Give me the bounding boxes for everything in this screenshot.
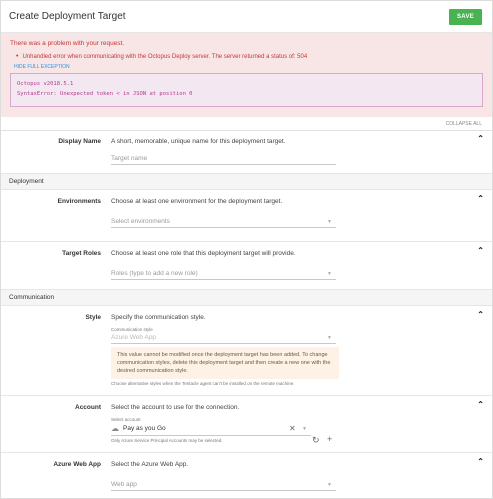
account-description: Select the account to use for the connec… (111, 404, 240, 411)
azure-web-app-description: Select the Azure Web App. (111, 461, 189, 468)
target-name-placeholder: Target name (111, 155, 148, 162)
collapse-row: COLLAPSE ALL (1, 117, 492, 131)
create-deployment-target-page: Create Deployment Target SAVE There was … (0, 0, 493, 499)
error-title: There was a problem with your request. (10, 40, 125, 47)
environments-placeholder: Select environments (111, 218, 170, 225)
style-description: Specify the communication style. (111, 314, 206, 321)
display-name-section[interactable]: Display Name A short, memorable, unique … (1, 131, 492, 174)
dropdown-caret-icon: ▼ (327, 481, 332, 488)
dropdown-caret-icon: ▼ (327, 218, 332, 225)
account-select[interactable]: ☁ Pay as you Go ✕ ▼ (111, 422, 311, 436)
environments-section[interactable]: Environments Choose at least one environ… (1, 190, 492, 242)
clear-icon[interactable]: ✕ (289, 424, 296, 433)
error-message: Unhandled error when communicating with … (22, 53, 308, 60)
chevron-up-icon[interactable]: ⌃ (477, 400, 484, 409)
communication-style-value: Azure Web App (111, 334, 157, 341)
target-roles-placeholder: Roles (type to add a new role) (111, 270, 198, 277)
target-roles-label: Target Roles (62, 250, 101, 257)
environments-description: Choose at least one environment for the … (111, 198, 283, 205)
web-app-placeholder: Web app (111, 481, 137, 488)
style-notice: This value cannot be modified once the d… (111, 347, 339, 379)
target-name-input[interactable]: Target name (111, 153, 336, 165)
account-label: Account (75, 404, 101, 411)
style-section[interactable]: Style Specify the communication style. C… (1, 306, 492, 396)
account-hint: Only Azure Service Principal Accounts ma… (111, 438, 223, 443)
web-app-select[interactable]: Web app ▼ (111, 479, 336, 491)
communication-style-select: Azure Web App ▼ (111, 332, 336, 344)
refresh-icon[interactable]: ↻ (312, 435, 320, 446)
dropdown-caret-icon: ▼ (327, 270, 332, 277)
environments-label: Environments (57, 198, 101, 205)
display-name-label: Display Name (58, 138, 101, 145)
azure-web-app-label: Azure Web App (53, 461, 101, 468)
account-section[interactable]: Account Select the account to use for th… (1, 396, 492, 453)
chevron-up-icon[interactable]: ⌃ (477, 246, 484, 255)
dropdown-caret-icon: ▼ (327, 334, 332, 341)
account-value: Pay as you Go (123, 425, 166, 432)
chevron-up-icon[interactable]: ⌃ (477, 134, 484, 143)
chevron-up-icon[interactable]: ⌃ (477, 310, 484, 319)
page-title: Create Deployment Target (9, 11, 126, 22)
save-button[interactable]: SAVE (449, 8, 482, 25)
communication-group-header: Communication (1, 290, 492, 306)
style-hint: Choose alternative styles when the Tenta… (111, 381, 295, 386)
style-label: Style (85, 314, 101, 321)
target-roles-description: Choose at least one role that this deplo… (111, 250, 296, 257)
chevron-up-icon[interactable]: ⌃ (477, 194, 484, 203)
add-icon[interactable]: + (327, 434, 332, 444)
bullet-icon: • (16, 53, 19, 60)
page-header: Create Deployment Target SAVE (1, 1, 492, 33)
dropdown-caret-icon: ▼ (302, 425, 307, 432)
error-item: • Unhandled error when communicating wit… (16, 53, 483, 60)
exception-line: SyntaxError: Unexpected token < in JSON … (17, 91, 193, 97)
target-roles-input[interactable]: Roles (type to add a new role) ▼ (111, 268, 336, 280)
azure-web-app-section[interactable]: Azure Web App Select the Azure Web App. … (1, 453, 492, 498)
exception-box: Octopus v2018.5.1 SyntaxError: Unexpecte… (10, 73, 483, 107)
display-name-description: A short, memorable, unique name for this… (111, 138, 286, 145)
deployment-group-header: Deployment (1, 174, 492, 190)
exception-line: Octopus v2018.5.1 (17, 81, 74, 87)
chevron-up-icon[interactable]: ⌃ (477, 457, 484, 466)
collapse-all-link[interactable]: COLLAPSE ALL (446, 121, 482, 127)
target-roles-section[interactable]: Target Roles Choose at least one role th… (1, 242, 492, 290)
hide-full-exception-link[interactable]: HIDE FULL EXCEPTION (14, 64, 483, 70)
environments-select[interactable]: Select environments ▼ (111, 216, 336, 228)
cloud-icon: ☁ (111, 424, 119, 433)
error-panel: There was a problem with your request. •… (1, 33, 492, 117)
